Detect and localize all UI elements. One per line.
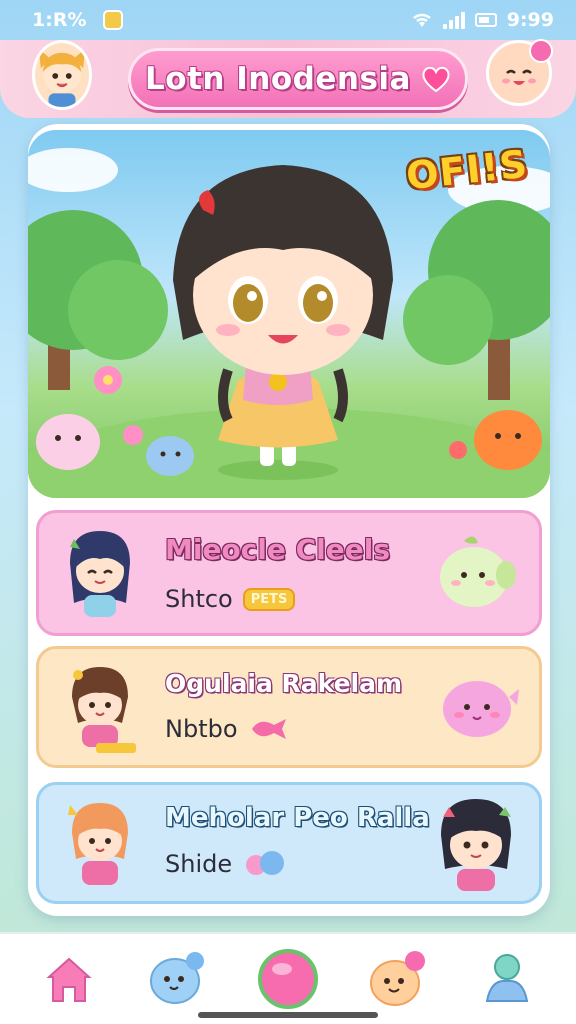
green-pet-icon [440, 536, 516, 607]
quest-3-companion [431, 793, 521, 893]
heart-icon [422, 66, 450, 93]
nav-home-button[interactable] [34, 944, 104, 1014]
status-time: 9:99 [506, 9, 554, 31]
quest-2-character-icon [72, 667, 136, 753]
status-left: 1:R% [32, 9, 123, 31]
quest-1-subtitle: Shtco [165, 585, 233, 613]
game-title-banner: Lotn Inodensia [128, 48, 468, 110]
battery-icon [474, 13, 497, 27]
status-left-text: 1:R% [32, 9, 87, 31]
quest-2-avatar [55, 657, 145, 757]
pink-pet-icon [443, 681, 519, 737]
quest-1-avatar [55, 523, 145, 623]
profile-icon [485, 954, 529, 1002]
nav-friends-button[interactable] [363, 944, 433, 1014]
quest-3-character-icon [68, 803, 128, 885]
quest-1-title: Mieocle Cleels [165, 533, 391, 566]
nav-chat-button[interactable] [143, 944, 213, 1014]
friends-icon [369, 951, 425, 1006]
quest-card-1[interactable]: Mieocle Cleels Shtco PETS [36, 510, 542, 636]
quest-3-subtitle-row: Shide [165, 849, 288, 879]
nav-play-button[interactable] [253, 944, 323, 1014]
play-icon [257, 949, 318, 1009]
wifi-icon [412, 13, 431, 27]
nav-profile-button[interactable] [472, 944, 542, 1014]
signal-icon [442, 11, 465, 29]
player-avatar[interactable] [32, 40, 92, 110]
quest-1-subtitle-row: Shtco PETS [165, 585, 296, 613]
player-avatar-icon [38, 48, 86, 107]
app-notification-icon [102, 10, 123, 30]
game-title: Lotn Inodensia [145, 61, 411, 97]
status-right: 9:99 [411, 9, 554, 31]
quest-2-title: Ogulaia Rakelam [165, 669, 403, 698]
bubbles-icon [246, 851, 285, 875]
quest-2-pet [431, 657, 521, 757]
quest-1-pet [431, 523, 521, 623]
quest-3-companion-icon [441, 799, 511, 891]
notification-ball-icon [529, 39, 553, 63]
quest-card-2[interactable]: Ogulaia Rakelam Nbtbo [36, 646, 542, 768]
quest-1-tag: PETS [242, 587, 296, 611]
home-indicator [198, 1012, 378, 1018]
home-icon [46, 957, 92, 1002]
quest-1-character-icon [70, 531, 130, 617]
chat-icon [150, 952, 205, 1004]
mascot-avatar[interactable] [486, 39, 553, 106]
quest-2-subtitle: Nbtbo [165, 715, 238, 743]
status-bar: 1:R% 9:99 [0, 0, 576, 40]
quest-2-subtitle-row: Nbtbo [165, 715, 292, 743]
quest-3-subtitle: Shide [165, 850, 233, 878]
bottom-nav [0, 932, 576, 1024]
pink-heart-fish-icon [251, 719, 286, 739]
quest-3-avatar [55, 793, 145, 893]
quest-card-3[interactable]: Meholar Peo Ralla Shide [36, 782, 542, 904]
quest-3-title: Meholar Peo Ralla [165, 803, 430, 833]
